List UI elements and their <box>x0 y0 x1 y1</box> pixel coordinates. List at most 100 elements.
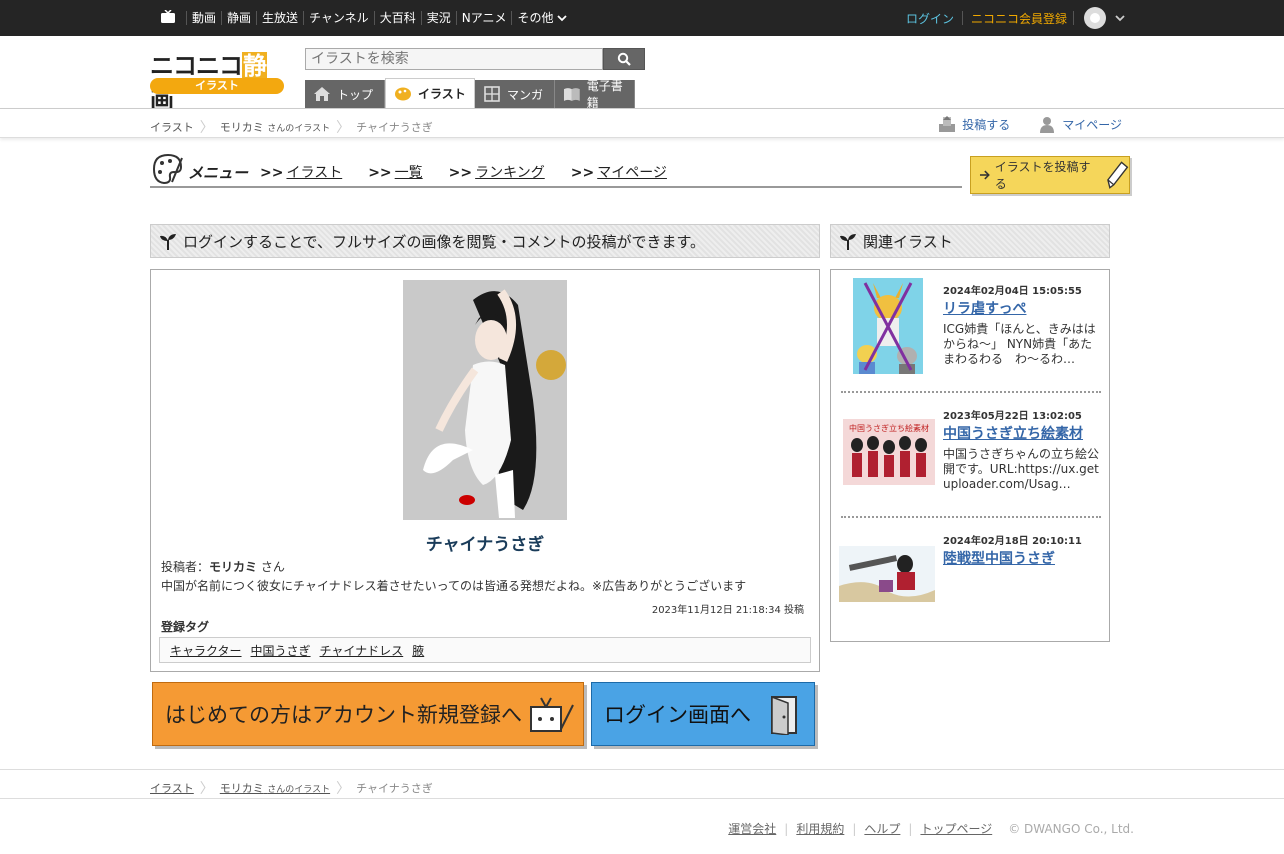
tag-list: キャラクター 中国うさぎ チャイナドレス 腋 <box>159 637 811 663</box>
seiga-logo[interactable]: ニコニコ静画 イラスト <box>150 46 284 115</box>
palette-icon <box>395 87 411 100</box>
divider <box>841 516 1101 518</box>
nav-douga[interactable]: 動画 <box>186 11 221 25</box>
menu-link-illust[interactable]: >> イラスト <box>260 162 342 182</box>
related-list: 2024年02月04日 15:05:55 リラ虐すっぺ ICG姉貴「ほんと、きみ… <box>830 269 1110 642</box>
register-button[interactable]: はじめての方はアカウント新規登録へ <box>152 682 584 746</box>
illust-image[interactable] <box>403 280 567 520</box>
nav-nanime[interactable]: Nアニメ <box>455 11 512 25</box>
login-button[interactable]: ログイン画面へ <box>591 682 815 746</box>
poster-suffix: さん <box>260 560 285 574</box>
logo-text-a: ニコニコ <box>150 52 243 80</box>
chevron-down-icon <box>557 15 568 22</box>
tag-item[interactable]: 腋 <box>412 642 424 659</box>
tag-item[interactable]: チャイナドレス <box>320 642 404 659</box>
menu-link-list[interactable]: >> 一覧 <box>368 162 422 182</box>
menu-link-mypage[interactable]: >> マイページ <box>571 162 667 182</box>
related-desc: ICG姉貴「ほんと、きみははからね〜」 NYN姉貴「あたまわるわる わ〜るわ… <box>943 322 1096 366</box>
tag-item[interactable]: キャラクター <box>170 642 242 659</box>
search-button[interactable] <box>603 48 645 70</box>
divider: | <box>784 821 789 836</box>
footer-link-company[interactable]: 運営会社 <box>728 820 776 837</box>
nav-channel[interactable]: チャンネル <box>303 11 374 25</box>
breadcrumb-sep-icon: 〉 <box>336 781 351 797</box>
register-link[interactable]: ニコニコ会員登録 <box>971 10 1067 27</box>
chevron-down-icon[interactable] <box>1114 12 1126 24</box>
related-item[interactable]: 中国うさぎ立ち絵素材 2023年05月22日 13:02:05 中国うさぎ立ち絵… <box>839 399 1101 513</box>
door-icon <box>771 695 797 735</box>
related-title[interactable]: 中国うさぎ立ち絵素材 <box>943 423 1083 443</box>
home-icon <box>314 87 330 101</box>
breadcrumb-user-name: モリカミ <box>219 782 264 795</box>
footer-link-help[interactable]: ヘルプ <box>864 820 900 837</box>
tag-item[interactable]: 中国うさぎ <box>251 642 311 659</box>
related-thumb[interactable] <box>839 546 935 602</box>
footer-link-terms[interactable]: 利用規約 <box>796 820 844 837</box>
breadcrumb-root[interactable]: イラスト <box>150 119 194 135</box>
user-icon <box>1040 117 1055 133</box>
header-actions: 投稿する マイページ <box>910 115 1122 133</box>
login-notice-text: ログインすることで、フルサイズの画像を閲覧・コメントの投稿ができます。 <box>183 232 706 251</box>
login-button-label: ログイン画面へ <box>604 703 751 727</box>
post-link[interactable]: 投稿する <box>938 115 1010 133</box>
nav-dic[interactable]: 大百科 <box>373 11 421 25</box>
breadcrumb-bar: イラスト 〉 モリカミ さんのイラスト 〉 チャイナうさぎ 投稿する マイページ <box>0 108 1284 138</box>
related-date: 2024年02月18日 20:10:11 <box>943 536 1082 547</box>
poster-line: 投稿者：モリカミ さん <box>161 558 285 575</box>
related-date: 2024年02月04日 15:05:55 <box>943 286 1082 297</box>
tab-label: イラスト <box>418 87 466 101</box>
menu-links: >> イラスト >> 一覧 >> ランキング >> マイページ <box>260 162 693 182</box>
search-input[interactable] <box>305 48 603 70</box>
tab-manga[interactable]: マンガ <box>475 80 555 108</box>
logo-subtitle: イラスト <box>150 78 284 94</box>
menu-arrow: >> <box>448 165 473 181</box>
menu-link-label: ランキング <box>475 165 545 181</box>
related-thumb[interactable]: 中国うさぎ立ち絵素材 <box>843 419 935 485</box>
account-area: ログイン ニコニコ会員登録 <box>906 0 1284 36</box>
login-link[interactable]: ログイン <box>906 10 954 27</box>
nav-more[interactable]: その他 <box>511 11 572 25</box>
book-icon <box>563 88 580 101</box>
nav-jikkyo[interactable]: 実況 <box>420 11 456 25</box>
logo-text-b: 静 <box>242 52 267 80</box>
nav-seiga[interactable]: 静画 <box>221 11 256 25</box>
breadcrumb-current: チャイナうさぎ <box>356 782 433 795</box>
breadcrumb-root[interactable]: イラスト <box>150 780 194 796</box>
related-item[interactable]: 2024年02月04日 15:05:55 リラ虐すっぺ ICG姉貴「ほんと、きみ… <box>839 274 1101 388</box>
svg-text:中国うさぎ立ち絵素材: 中国うさぎ立ち絵素材 <box>849 423 929 433</box>
palette-menu-icon <box>152 153 183 185</box>
tab-illust[interactable]: イラスト <box>385 78 475 108</box>
related-desc: 中国うさぎちゃんの立ち絵公開です。URL:https://ux.getuploa… <box>943 447 1100 491</box>
related-thumb[interactable] <box>853 278 923 374</box>
menu-arrow: >> <box>368 165 392 181</box>
related-title[interactable]: リラ虐すっぺ <box>943 298 1026 318</box>
illust-detail: チャイナうさぎ 投稿者：モリカミ さん 中国が名前につく彼女にチャイナドレス着さ… <box>150 269 820 672</box>
tab-ebook[interactable]: 電子書籍 <box>555 79 635 110</box>
niconico-tv-icon[interactable] <box>160 10 176 24</box>
breadcrumb-user-name: モリカミ <box>219 121 264 134</box>
menu-underline <box>150 186 962 188</box>
menu-link-label: 一覧 <box>394 165 423 181</box>
nav-more-label: その他 <box>517 11 554 25</box>
tab-top[interactable]: トップ <box>305 80 385 108</box>
global-topbar: 動画 静画 生放送 チャンネル 大百科 実況 Nアニメ その他 ログイン ニコニ… <box>0 0 1284 36</box>
breadcrumb-user[interactable]: モリカミ さんのイラスト <box>220 780 330 796</box>
site-header: ニコニコ静画 イラスト トップ イラスト マンガ 電子書籍 <box>0 36 1284 115</box>
breadcrumb-user[interactable]: モリカミ さんのイラスト <box>220 119 330 135</box>
poster-label: 投稿者： <box>161 560 210 574</box>
posted-at: 2023年11月12日 21:18:34 投稿 <box>651 605 804 616</box>
post-illust-button[interactable]: イラストを投稿する <box>970 156 1130 194</box>
related-item[interactable]: 2024年02月18日 20:10:11 陸戦型中国うさぎ <box>839 524 1101 638</box>
breadcrumb-sep-icon: 〉 <box>199 781 214 797</box>
mypage-link[interactable]: マイページ <box>1038 115 1122 133</box>
arrow-right-icon <box>979 170 990 180</box>
search-bar <box>305 48 645 70</box>
avatar[interactable] <box>1084 7 1106 29</box>
copyright: © DWANGO Co., Ltd. <box>1008 821 1134 836</box>
related-title[interactable]: 陸戦型中国うさぎ <box>943 548 1055 568</box>
nav-live[interactable]: 生放送 <box>256 11 303 25</box>
footer-link-top[interactable]: トップページ <box>920 820 992 837</box>
poster-name[interactable]: モリカミ <box>209 560 257 574</box>
global-nav: 動画 静画 生放送 チャンネル 大百科 実況 Nアニメ その他 <box>186 0 572 36</box>
menu-link-ranking[interactable]: >> ランキング <box>449 162 545 182</box>
